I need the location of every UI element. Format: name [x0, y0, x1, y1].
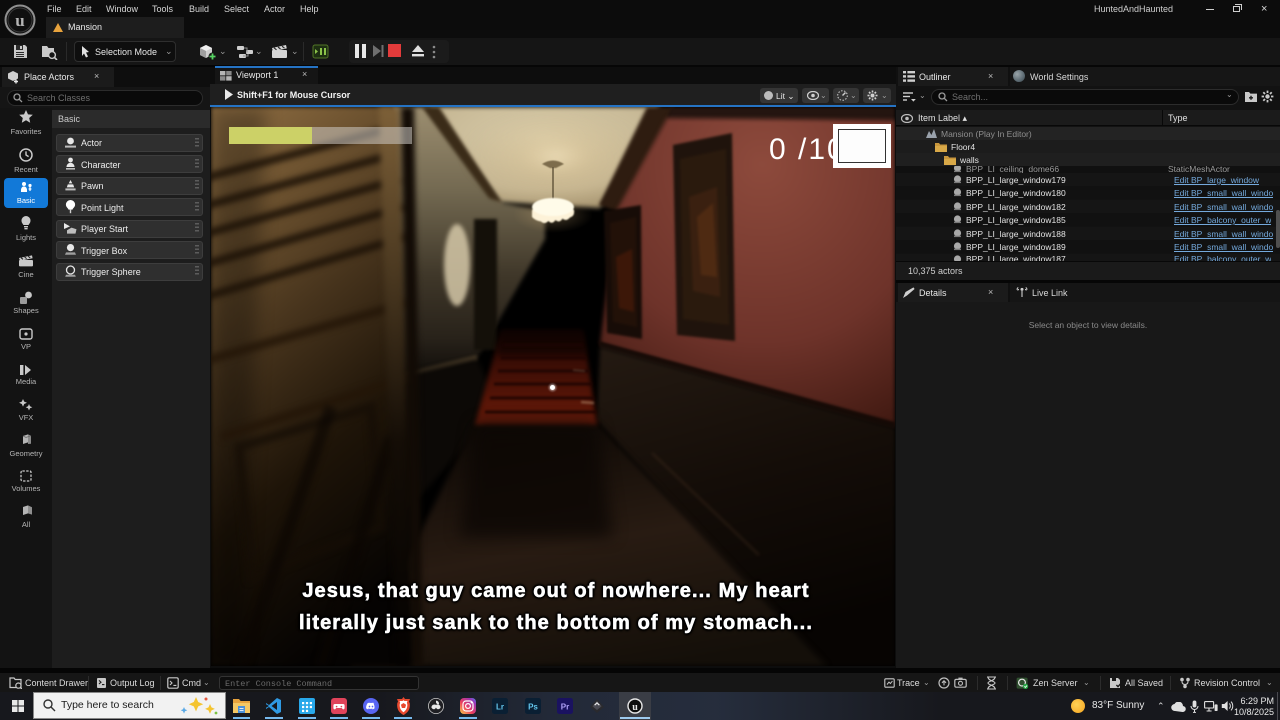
svg-text:u: u	[15, 11, 24, 30]
svg-text:Lr: Lr	[496, 702, 504, 711]
svg-text:u: u	[632, 702, 638, 713]
svg-text:Ps: Ps	[528, 702, 538, 711]
svg-text:Pr: Pr	[561, 702, 569, 711]
